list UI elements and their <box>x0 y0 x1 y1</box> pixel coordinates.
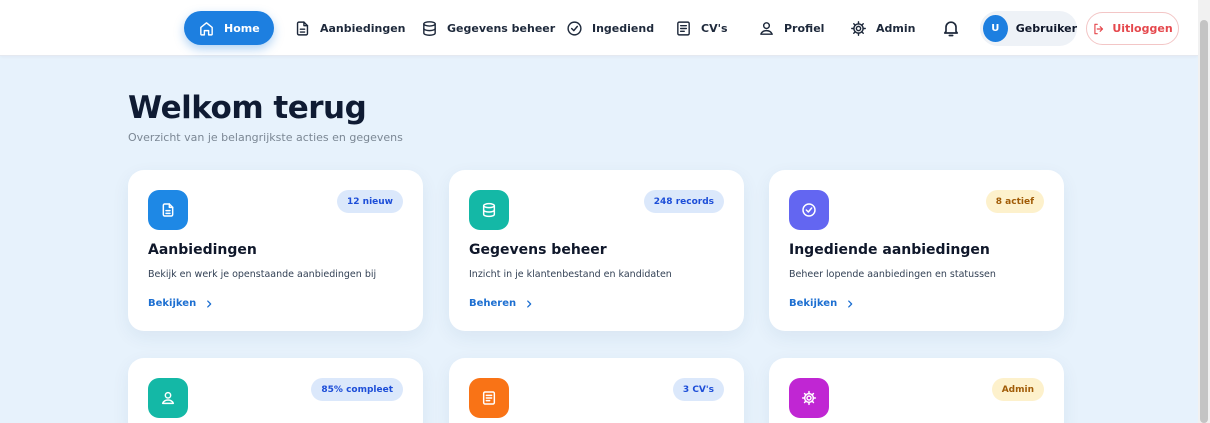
list-document-icon <box>677 20 690 36</box>
logout-icon <box>1094 23 1104 34</box>
status-badge: 85% compleet <box>311 378 403 401</box>
status-badge: 12 nieuw <box>337 190 403 213</box>
check-circle-icon <box>802 203 816 217</box>
nav-cvs[interactable]: CV's <box>661 11 742 45</box>
nav-cvs-label: CV's <box>701 21 728 35</box>
card-link-bekijken[interactable]: Bekijken <box>148 298 214 309</box>
card-icon-box <box>789 190 829 230</box>
chevron-right-icon <box>848 299 853 308</box>
user-name: Gebruiker <box>1015 22 1077 35</box>
nav-aanbiedingen-label: Aanbiedingen <box>320 21 406 35</box>
card-link-label: Bekijken <box>789 298 838 309</box>
nav-profiel-label: Profiel <box>784 21 825 35</box>
nav-home[interactable]: Home <box>184 11 274 45</box>
gear-icon <box>801 390 817 406</box>
card-icon-box <box>789 378 829 418</box>
card-link-label: Bekijken <box>148 298 197 309</box>
card-title: Ingediende aanbiedingen <box>789 242 990 258</box>
nav-ingediend[interactable]: Ingediend <box>552 11 668 45</box>
card-description: Bekijk en werk je openstaande aanbieding… <box>148 269 377 280</box>
card-cvs[interactable]: 3 CV's <box>449 358 744 423</box>
gear-icon <box>851 20 866 36</box>
card-icon-box <box>469 190 509 230</box>
avatar: U <box>983 15 1008 42</box>
nav-gegevens-beheer[interactable]: Gegevens beheer <box>407 11 569 45</box>
status-badge: 248 records <box>643 190 724 213</box>
chevron-right-icon <box>527 299 532 308</box>
database-icon <box>423 20 436 36</box>
logout-button[interactable]: Uitloggen <box>1086 12 1179 45</box>
status-badge: Admin <box>991 378 1044 401</box>
chevron-right-icon <box>207 299 212 308</box>
card-link-bekijken[interactable]: Bekijken <box>789 298 855 309</box>
card-gegevens-beheer[interactable]: 248 records Gegevens beheer Inzicht in j… <box>449 170 744 331</box>
logout-label: Uitloggen <box>1112 22 1173 35</box>
list-document-icon <box>482 391 496 405</box>
page-title: Welkom terug <box>128 90 367 126</box>
nav-profiel[interactable]: Profiel <box>744 11 838 45</box>
card-ingediende-aanbiedingen[interactable]: 8 actief Ingediende aanbiedingen Beheer … <box>769 170 1064 331</box>
page-subtitle: Overzicht van je belangrijkste acties en… <box>128 131 403 144</box>
card-icon-box <box>148 378 188 418</box>
card-description: Inzicht in je klantenbestand en kandidat… <box>469 269 672 280</box>
status-badge: 3 CV's <box>672 378 724 401</box>
nav-ingediend-label: Ingediend <box>592 21 655 35</box>
nav-gegevens-beheer-label: Gegevens beheer <box>447 21 556 35</box>
document-icon <box>162 203 174 217</box>
card-link-beheren[interactable]: Beheren <box>469 298 534 309</box>
nav-home-label: Home <box>224 21 260 35</box>
check-circle-icon <box>567 20 582 36</box>
scrollbar-thumb[interactable] <box>1200 20 1208 423</box>
nav-admin-label: Admin <box>876 21 916 35</box>
user-menu[interactable]: U Gebruiker <box>980 11 1077 46</box>
card-link-label: Beheren <box>469 298 517 309</box>
home-icon <box>200 21 213 36</box>
status-badge: 8 actief <box>985 190 1044 213</box>
card-icon-box <box>148 190 188 230</box>
card-description: Beheer lopende aanbiedingen en statussen <box>789 269 996 280</box>
document-icon <box>296 20 309 36</box>
card-title: Aanbiedingen <box>148 242 257 258</box>
user-icon <box>760 21 773 35</box>
nav-admin[interactable]: Admin <box>836 11 929 45</box>
bell-icon[interactable] <box>941 18 961 38</box>
card-icon-box <box>469 378 509 418</box>
user-icon <box>161 391 175 405</box>
database-icon <box>482 202 496 218</box>
top-navigation: Home Aanbiedingen Gegevens beheer Ingedi… <box>0 0 1198 56</box>
nav-aanbiedingen[interactable]: Aanbiedingen <box>280 11 420 45</box>
card-title: Gegevens beheer <box>469 242 607 258</box>
card-admin[interactable]: Admin <box>769 358 1064 423</box>
card-aanbiedingen[interactable]: 12 nieuw Aanbiedingen Bekijk en werk je … <box>128 170 423 331</box>
card-profiel[interactable]: 85% compleet <box>128 358 423 423</box>
